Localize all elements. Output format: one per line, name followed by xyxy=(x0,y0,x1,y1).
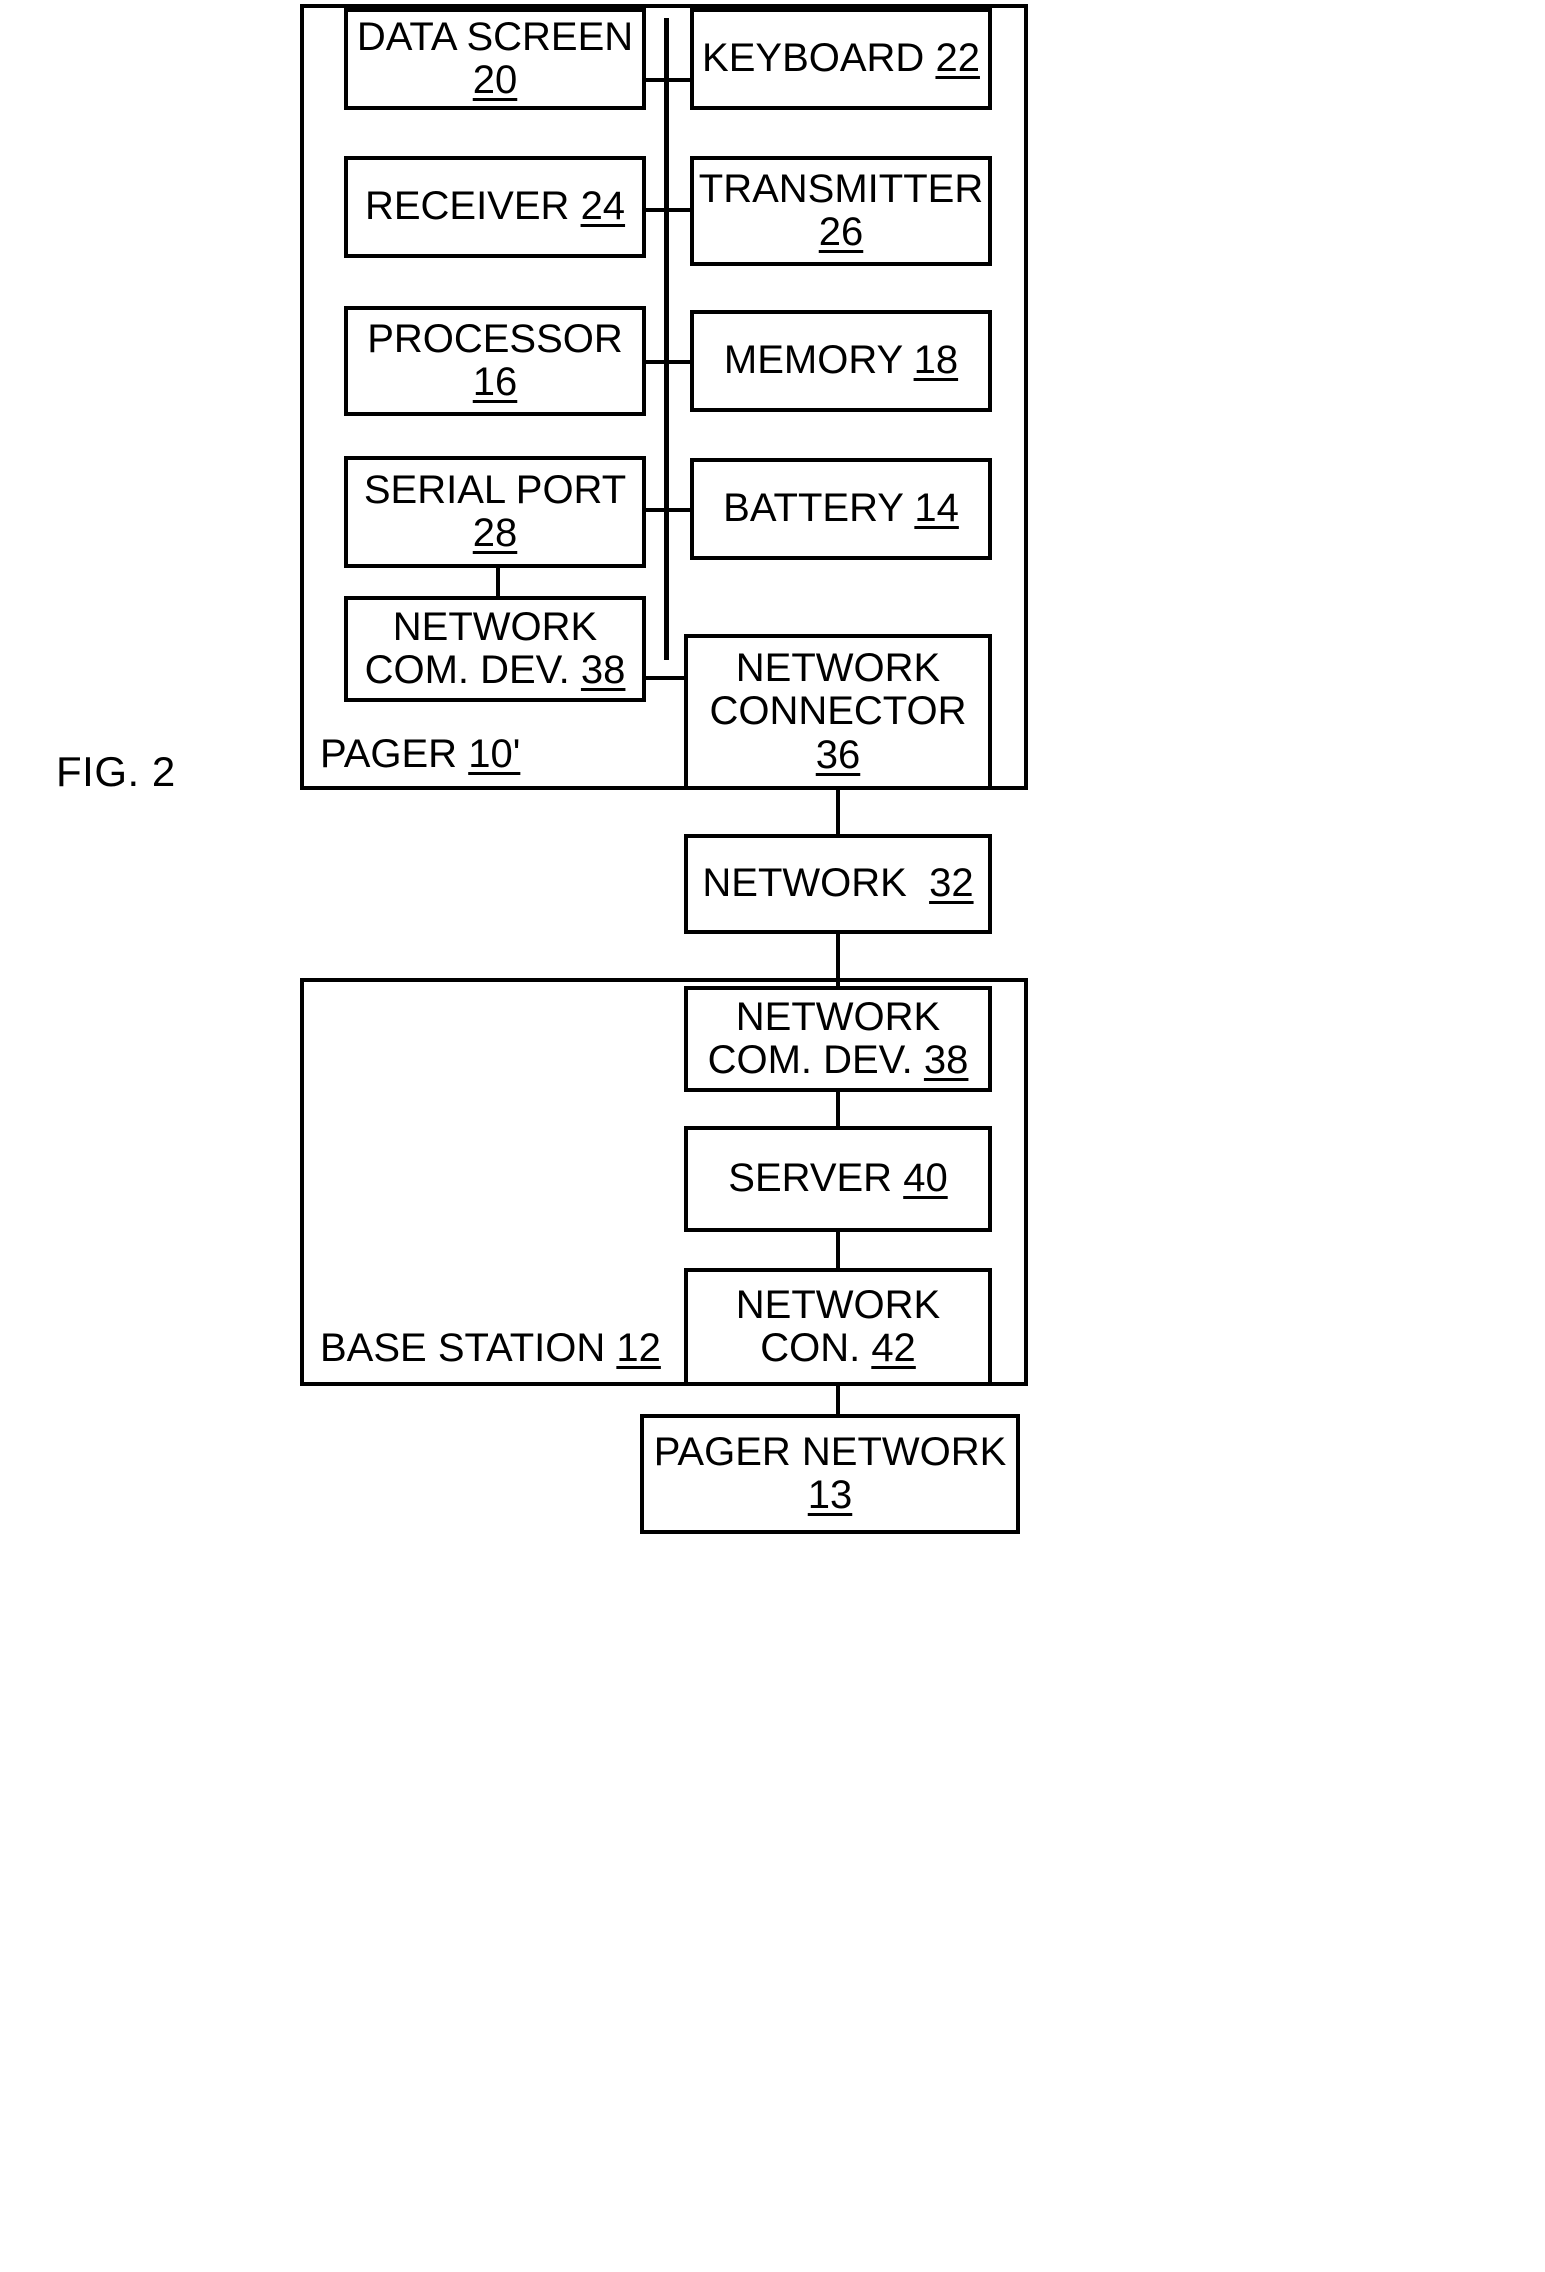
box-network-line1: NETWORK xyxy=(702,861,907,906)
base-station-container-label: BASE STATION 12 xyxy=(318,1326,663,1371)
box-serial-port-line1: SERIAL PORT xyxy=(363,467,627,512)
box-receiver-number: 24 xyxy=(580,184,626,229)
box-server[interactable]: SERVER 40 xyxy=(684,1126,992,1232)
box-pager-network-line1: PAGER NETWORK xyxy=(653,1429,1007,1474)
box-processor-number: 16 xyxy=(472,360,518,404)
box-serial-port[interactable]: SERIAL PORT 28 xyxy=(344,456,646,568)
box-network-con-line2: CON. xyxy=(760,1326,861,1370)
box-keyboard-line1: KEYBOARD xyxy=(702,36,925,81)
box-network-connector-number: 36 xyxy=(815,732,861,777)
box-battery-number: 14 xyxy=(914,486,959,531)
pager-container-label: PAGER 10' xyxy=(318,732,523,777)
box-network-connector[interactable]: NETWORK CONNECTOR 36 xyxy=(684,634,992,790)
box-memory-number: 18 xyxy=(913,338,959,383)
box-memory[interactable]: MEMORY 18 xyxy=(690,310,992,412)
box-data-screen-number: 20 xyxy=(472,58,518,102)
box-processor-line1: PROCESSOR xyxy=(367,316,623,361)
box-serial-port-number: 28 xyxy=(472,511,518,555)
box-network[interactable]: NETWORK 32 xyxy=(684,834,992,934)
box-keyboard[interactable]: KEYBOARD 22 xyxy=(690,8,992,110)
box-transmitter-line1: TRANSMITTER xyxy=(698,166,984,211)
box-network-connector-line1: NETWORK xyxy=(735,646,941,691)
box-memory-line1: MEMORY xyxy=(723,338,903,383)
box-base-net-com-dev-line2: COM. DEV. xyxy=(707,1038,913,1082)
pager-container-label-text: PAGER xyxy=(320,732,458,776)
base-station-container-label-text: BASE STATION xyxy=(320,1326,606,1370)
box-data-screen-line1: DATA SCREEN xyxy=(356,14,634,59)
link-server-netcon xyxy=(836,1232,840,1270)
link-netcomdev-server xyxy=(836,1092,840,1128)
figure-label: FIG. 2 xyxy=(56,748,176,795)
link-connector-network xyxy=(836,790,840,836)
link-network-basestation xyxy=(836,934,840,990)
box-transmitter-number: 26 xyxy=(818,210,864,254)
box-receiver[interactable]: RECEIVER 24 xyxy=(344,156,646,258)
box-network-con-number: 42 xyxy=(871,1326,916,1370)
box-pager-network[interactable]: PAGER NETWORK 13 xyxy=(640,1414,1020,1534)
box-processor[interactable]: PROCESSOR 16 xyxy=(344,306,646,416)
box-base-net-com-dev-number: 38 xyxy=(923,1038,969,1082)
box-network-connector-line2: CONNECTOR xyxy=(709,689,967,734)
box-network-con[interactable]: NETWORK CON. 42 xyxy=(684,1268,992,1386)
box-server-number: 40 xyxy=(903,1156,948,1201)
box-pager-net-com-dev-line2: COM. DEV. xyxy=(364,648,570,692)
box-server-line1: SERVER xyxy=(728,1156,893,1201)
pager-internal-bus xyxy=(664,18,669,660)
pager-container-label-number: 10' xyxy=(468,732,521,776)
box-pager-net-com-dev-number: 38 xyxy=(580,648,626,692)
base-station-container-label-number: 12 xyxy=(616,1326,661,1370)
box-battery-line1: BATTERY xyxy=(723,486,904,531)
box-base-net-com-dev[interactable]: NETWORK COM. DEV. 38 xyxy=(684,986,992,1092)
box-battery[interactable]: BATTERY 14 xyxy=(690,458,992,560)
box-network-number: 32 xyxy=(929,861,974,906)
box-pager-net-com-dev-line1: NETWORK xyxy=(392,604,598,649)
box-transmitter[interactable]: TRANSMITTER 26 xyxy=(690,156,992,266)
box-network-con-line1: NETWORK xyxy=(735,1282,941,1327)
box-pager-net-com-dev[interactable]: NETWORK COM. DEV. 38 xyxy=(344,596,646,702)
box-data-screen[interactable]: DATA SCREEN 20 xyxy=(344,8,646,110)
box-receiver-line1: RECEIVER xyxy=(364,184,570,229)
link-serialport-netcomdev xyxy=(496,566,500,598)
box-base-net-com-dev-line1: NETWORK xyxy=(735,994,941,1039)
box-keyboard-number: 22 xyxy=(935,36,980,81)
box-pager-network-number: 13 xyxy=(807,1473,853,1517)
